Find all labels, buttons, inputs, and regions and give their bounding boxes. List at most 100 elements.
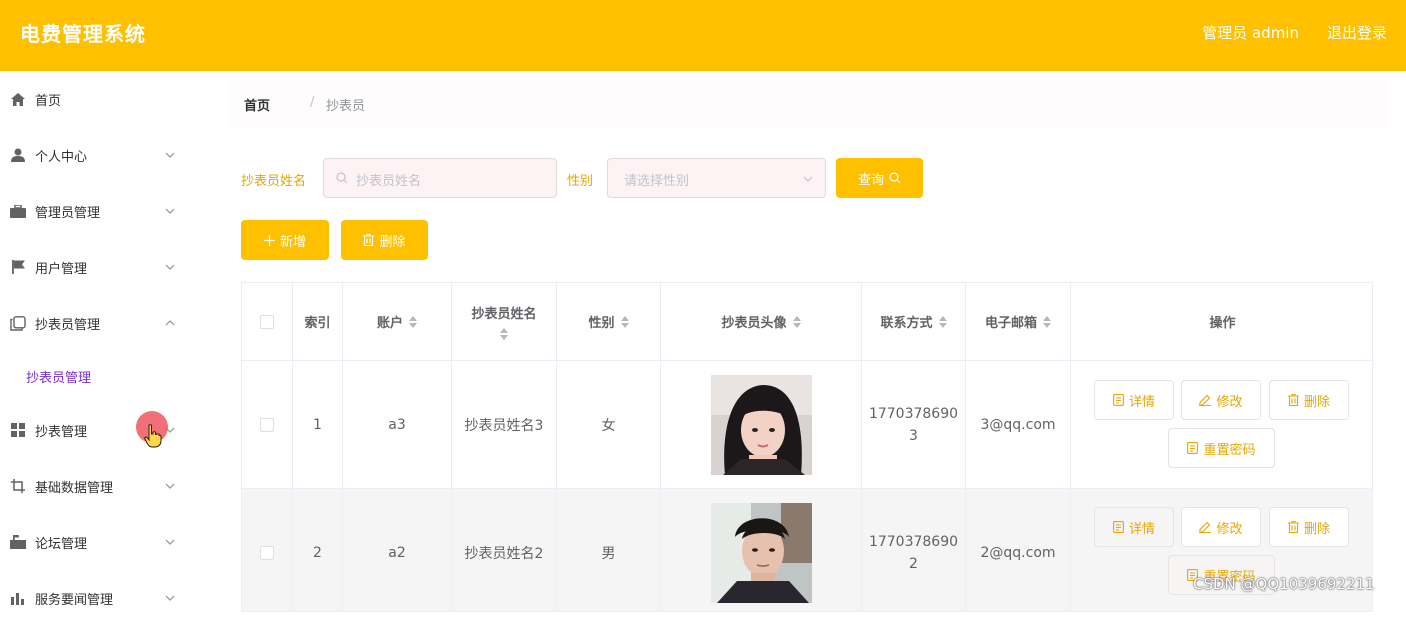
- sort-icon[interactable]: [500, 328, 508, 340]
- copy-icon: [10, 315, 26, 331]
- sort-icon[interactable]: [409, 315, 417, 328]
- batch-delete-button[interactable]: 删除: [341, 220, 428, 260]
- watermark-text: CSDN @QQ1039692211: [1193, 575, 1375, 593]
- flag-icon: [10, 259, 26, 275]
- submenu-item-label: 抄表员管理: [26, 370, 92, 386]
- sidebar-item-service-news-management[interactable]: 服务要闻管理: [0, 570, 200, 626]
- name-cell: 抄表员姓名3: [452, 361, 557, 489]
- chevron-down-icon: [165, 208, 175, 214]
- search-icon: [336, 172, 348, 184]
- sidebar-item-home[interactable]: 首页: [0, 71, 200, 127]
- delete-button[interactable]: 删除: [1269, 380, 1349, 420]
- breadcrumb-home[interactable]: 首页: [244, 95, 270, 114]
- gender-select-placeholder: 请选择性别: [624, 174, 690, 189]
- phone-line: 1770378690: [868, 533, 959, 550]
- column-header-avatar[interactable]: 抄表员头像: [661, 283, 862, 361]
- logout-link[interactable]: 退出登录: [1327, 22, 1387, 43]
- sidebar-item-label: 论坛管理: [35, 536, 88, 552]
- name-search-placeholder: 抄表员姓名: [356, 174, 422, 189]
- phone-line: 3: [909, 427, 918, 444]
- top-header-bar: 电费管理系统 管理员 admin 退出登录: [0, 0, 1406, 71]
- column-header-email[interactable]: 电子邮箱: [966, 283, 1071, 361]
- account-cell: a2: [343, 489, 452, 611]
- email-cell: 2@qq.com: [966, 489, 1071, 611]
- detail-button[interactable]: 详情: [1094, 507, 1174, 547]
- query-button[interactable]: 查询: [836, 158, 923, 198]
- select-all-header: [242, 283, 293, 361]
- reset-password-button-label: 重置密码: [1203, 442, 1256, 458]
- app-title: 电费管理系统: [20, 22, 146, 46]
- column-header-name[interactable]: 抄表员姓名: [452, 283, 557, 361]
- sidebar-item-label: 服务要闻管理: [35, 592, 114, 608]
- gender-cell: 男: [557, 489, 661, 611]
- row-select-cell: [242, 361, 293, 489]
- delete-button[interactable]: 删除: [1269, 507, 1349, 547]
- chevron-down-icon: [165, 152, 175, 158]
- detail-button[interactable]: 详情: [1094, 380, 1174, 420]
- search-icon: [889, 172, 901, 184]
- home-icon: [10, 91, 26, 107]
- phone-line: 2: [909, 555, 918, 572]
- reset-password-button[interactable]: 重置密码: [1168, 428, 1275, 468]
- gender-filter-label: 性别: [567, 174, 594, 189]
- document-icon: [1113, 521, 1124, 533]
- sidebar-item-label: 抄表管理: [35, 424, 88, 440]
- row-checkbox[interactable]: [260, 417, 274, 432]
- main-content: 首页 / 抄表员 抄表员姓名 抄表员姓名 性别 请选择性别 查询 新增 删除 索…: [200, 71, 1406, 612]
- edit-button[interactable]: 修改: [1181, 380, 1261, 420]
- chart-icon: [10, 590, 26, 606]
- edit-icon: [1199, 521, 1212, 533]
- chevron-down-icon: [165, 264, 175, 270]
- plus-icon: [263, 234, 275, 246]
- avatar-image[interactable]: [710, 502, 812, 603]
- avatar-image[interactable]: [710, 374, 812, 475]
- user-icon: [10, 147, 26, 163]
- chevron-down-icon: [165, 595, 175, 601]
- sidebar-item-label: 管理员管理: [35, 205, 101, 221]
- row-checkbox[interactable]: [260, 545, 274, 560]
- sort-icon[interactable]: [1043, 315, 1051, 328]
- name-cell: 抄表员姓名2: [452, 489, 557, 611]
- sidebar-item-meter-reading[interactable]: 抄表管理: [0, 402, 200, 458]
- column-header-gender[interactable]: 性别: [557, 283, 661, 361]
- column-header-phone[interactable]: 联系方式: [862, 283, 966, 361]
- column-header-label: 索引: [304, 316, 331, 331]
- sort-icon[interactable]: [938, 315, 947, 328]
- add-button[interactable]: 新增: [241, 220, 329, 260]
- mailbox-icon: [10, 534, 26, 550]
- sort-icon[interactable]: [792, 315, 801, 328]
- gender-select[interactable]: 请选择性别: [607, 158, 826, 198]
- breadcrumb-separator: /: [310, 95, 315, 110]
- column-header-label: 联系方式: [880, 316, 933, 331]
- select-all-checkbox[interactable]: [260, 314, 274, 329]
- sidebar-item-user-management[interactable]: 用户管理: [0, 239, 200, 295]
- query-button-label: 查询: [857, 172, 884, 188]
- row-select-cell: [242, 489, 293, 611]
- edit-button-label: 修改: [1216, 521, 1243, 537]
- sidebar-item-label: 抄表员管理: [35, 317, 101, 333]
- column-header-label: 账户: [376, 316, 403, 331]
- sidebar-item-meter-reader-management[interactable]: 抄表员管理: [0, 295, 200, 351]
- meter-reader-table: 索引 账户 抄表员姓名 性别 抄表员头像 联系方式 电子邮箱 操作 1 a3 抄…: [241, 282, 1373, 612]
- name-filter-label: 抄表员姓名: [241, 174, 307, 189]
- sidebar-item-profile[interactable]: 个人中心: [0, 127, 200, 183]
- delete-button-label: 删除: [1303, 394, 1330, 410]
- sidebar-item-forum-management[interactable]: 论坛管理: [0, 514, 200, 570]
- chevron-down-icon: [165, 483, 175, 489]
- account-cell: a3: [343, 361, 452, 489]
- chevron-down-icon: [165, 539, 175, 545]
- chevron-up-icon: [165, 320, 175, 326]
- submenu-item-meter-reader-management[interactable]: 抄表员管理: [0, 351, 200, 401]
- sort-icon[interactable]: [620, 315, 629, 328]
- phone-cell: 1770378690 3: [862, 361, 966, 489]
- grid-icon: [10, 422, 26, 438]
- sidebar-item-base-data-management[interactable]: 基础数据管理: [0, 458, 200, 514]
- crop-icon: [10, 478, 26, 494]
- column-header-account[interactable]: 账户: [343, 283, 452, 361]
- sidebar-item-admin-management[interactable]: 管理员管理: [0, 183, 200, 239]
- name-search-input[interactable]: 抄表员姓名: [323, 158, 557, 198]
- index-cell: 2: [293, 489, 343, 611]
- edit-button[interactable]: 修改: [1181, 507, 1261, 547]
- batch-delete-button-label: 删除: [379, 234, 406, 250]
- trash-icon: [1287, 394, 1299, 406]
